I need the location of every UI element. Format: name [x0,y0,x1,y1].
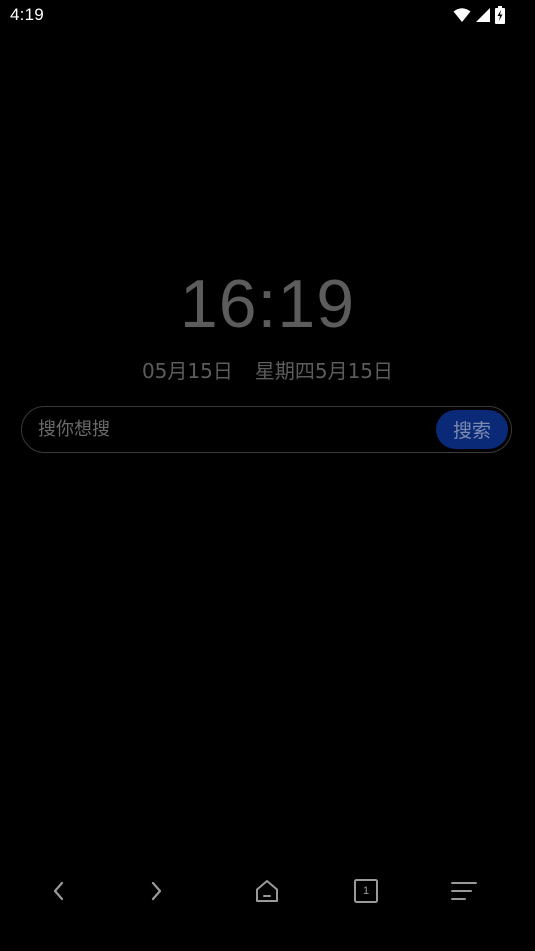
date-row: 05月15日 星期四5月15日 [0,358,535,384]
battery-charging-icon [495,6,505,24]
status-icons [453,6,505,24]
bottom-nav: 1 [0,862,535,920]
status-bar: 4:19 [0,0,535,30]
home-icon [253,877,281,905]
search-box: 搜索 [21,406,512,453]
menu-icon [450,879,478,903]
home-button[interactable] [247,874,287,908]
tab-count: 1 [362,885,370,897]
search-input[interactable] [38,407,428,452]
back-button[interactable] [39,874,79,908]
cellular-signal-icon [475,7,491,23]
menu-button[interactable] [444,874,484,908]
search-button[interactable]: 搜索 [436,410,508,449]
forward-icon [146,879,166,903]
clock-time: 16:19 [179,266,356,342]
tabs-button[interactable]: 1 [346,874,386,908]
date-text: 05月15日 [141,359,233,383]
weekday-date-text: 星期四5月15日 [254,359,394,383]
wifi-icon [453,7,471,23]
status-time: 4:19 [10,5,44,24]
forward-button[interactable] [136,874,176,908]
back-icon [49,879,69,903]
